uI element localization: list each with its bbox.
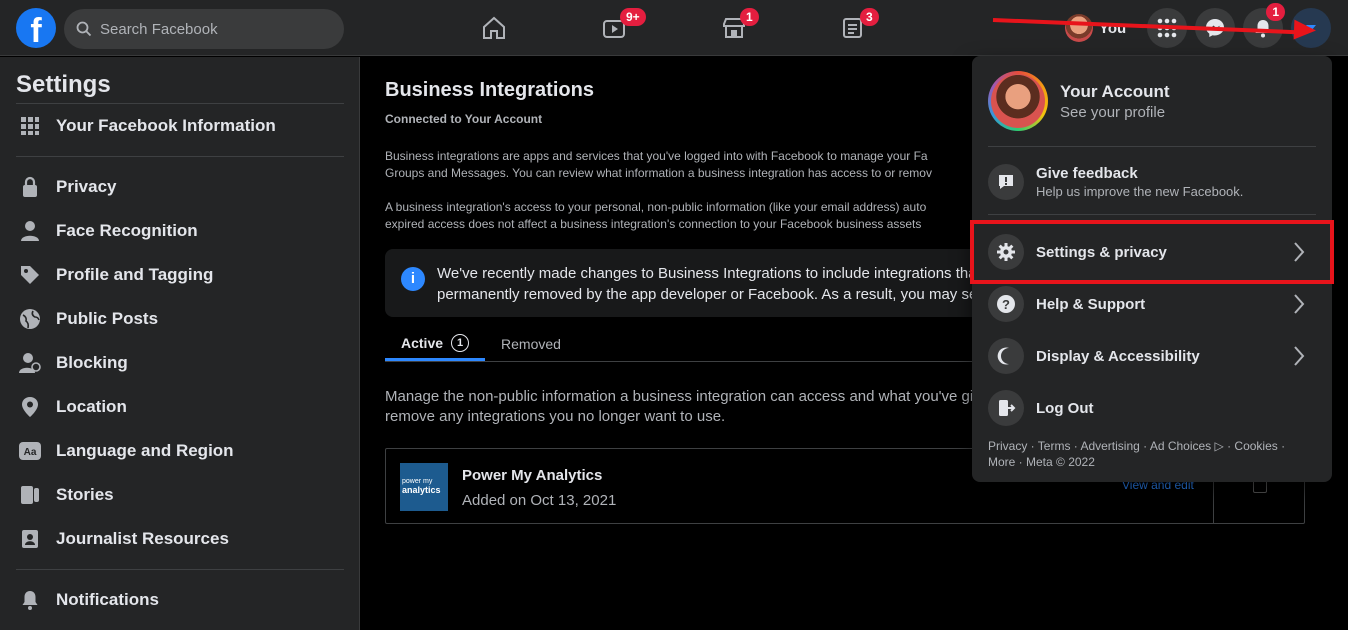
description-line: A business integration's access to your …: [385, 200, 927, 214]
divider: [16, 569, 344, 570]
divider: [16, 156, 344, 157]
integration-date: Added on Oct 13, 2021: [462, 492, 617, 509]
manage-text-line: remove any integrations you no longer wa…: [385, 408, 726, 425]
manage-text-line: Manage the non-public information a busi…: [385, 388, 974, 405]
integration-name: Power My Analytics: [462, 467, 603, 484]
sidebar-item-stories[interactable]: Stories: [16, 473, 343, 517]
sidebar-title: Settings: [16, 71, 111, 98]
description-line: expired access does not affect a busines…: [385, 217, 922, 231]
block-person-icon: [16, 349, 44, 377]
integration-tabs: Active 1 Removed: [385, 327, 577, 363]
tab-label: Removed: [501, 336, 561, 352]
lock-icon: [16, 173, 44, 201]
journalist-icon: [16, 525, 44, 553]
annotation-arrow-head: [1293, 19, 1317, 41]
bell-icon: [16, 586, 44, 614]
sidebar-item-language-and-region[interactable]: Aa Language and Region: [16, 429, 343, 473]
sidebar-item-blocking[interactable]: Blocking: [16, 341, 343, 385]
profile-link[interactable]: Your Account See your profile: [988, 70, 1316, 132]
sidebar-item-label: Public Posts: [56, 309, 159, 328]
menu-item-label: Log Out: [1036, 399, 1094, 417]
sidebar-item-label: Stories: [56, 485, 114, 504]
sidebar-item-public-posts[interactable]: Public Posts: [16, 297, 343, 341]
info-icon: i: [401, 267, 425, 291]
marketplace-badge: 1: [740, 8, 759, 26]
sidebar-item-location[interactable]: Location: [16, 385, 343, 429]
page-subtitle: Connected to Your Account: [385, 112, 543, 126]
sidebar-item-label: Journalist Resources: [56, 529, 229, 548]
tab-count-badge: 1: [451, 333, 470, 352]
menu-item-label: Give feedback: [1036, 165, 1138, 182]
search-input[interactable]: [100, 20, 320, 38]
profile-shortcut[interactable]: You: [1065, 12, 1126, 44]
menu-item-label: Help & Support: [1036, 295, 1146, 313]
stories-icon: [16, 481, 44, 509]
facebook-logo-icon[interactable]: f: [16, 8, 56, 48]
settings-sidebar: Settings Your Facebook Information Priva…: [0, 57, 360, 630]
globe-icon: [16, 305, 44, 333]
divider: [988, 214, 1316, 215]
grid-icon: [16, 112, 44, 140]
language-icon: Aa: [16, 437, 44, 465]
chevron-right-icon: [1294, 294, 1305, 314]
sidebar-item-label: Location: [56, 397, 127, 416]
menu-item-label: Display & Accessibility: [1036, 347, 1200, 365]
sidebar-item-your-facebook-information[interactable]: Your Facebook Information: [16, 104, 343, 148]
person-icon: [16, 217, 44, 245]
sidebar-item-label: Language and Region: [56, 441, 234, 460]
sidebar-item-label: Privacy: [56, 177, 117, 196]
see-profile-text: See your profile: [1060, 103, 1166, 121]
sidebar-item-face-recognition[interactable]: Face Recognition: [16, 209, 343, 253]
nav-groups[interactable]: 3: [822, 8, 882, 48]
avatar: [988, 71, 1048, 131]
power-my-analytics-logo: power my analytics: [400, 463, 448, 511]
sidebar-item-journalist-resources[interactable]: Journalist Resources: [16, 517, 343, 561]
tab-active[interactable]: Active 1: [385, 327, 486, 361]
divider: [988, 146, 1316, 147]
tag-icon: [16, 261, 44, 289]
moon-icon: [988, 338, 1024, 374]
sidebar-item-label: Notifications: [56, 590, 159, 609]
description-line: Business integrations are apps and servi…: [385, 149, 928, 163]
annotation-highlight-box: [970, 220, 1334, 284]
info-text-line: permanently removed by the app developer…: [437, 286, 978, 303]
search-bar[interactable]: [64, 9, 344, 49]
chevron-right-icon: [1294, 346, 1305, 366]
display-and-accessibility-item[interactable]: Display & Accessibility: [988, 330, 1316, 382]
watch-badge: 9+: [620, 8, 646, 26]
nav-home[interactable]: [464, 8, 524, 48]
log-out-item[interactable]: Log Out: [988, 382, 1316, 434]
search-icon: [76, 21, 92, 37]
sidebar-item-label: Face Recognition: [56, 221, 198, 240]
sidebar-item-label: Your Facebook Information: [56, 116, 276, 135]
tab-removed[interactable]: Removed: [485, 327, 577, 361]
page-title: Business Integrations: [385, 79, 594, 101]
notifications-badge: 1: [1266, 3, 1285, 21]
log-out-icon: [988, 390, 1024, 426]
nav-watch[interactable]: 9+: [584, 8, 646, 48]
feedback-icon: [988, 164, 1024, 200]
info-text-line: We've recently made changes to Business …: [437, 265, 977, 282]
give-feedback-item[interactable]: Give feedback Help us improve the new Fa…: [988, 156, 1316, 208]
description-line: Groups and Messages. You can review what…: [385, 166, 932, 180]
account-name: Your Account: [1060, 81, 1170, 101]
sidebar-item-profile-and-tagging[interactable]: Profile and Tagging: [16, 253, 343, 297]
menu-item-description: Help us improve the new Facebook.: [1036, 184, 1244, 199]
sidebar-item-notifications[interactable]: Notifications: [16, 578, 343, 622]
tab-label: Active: [401, 334, 444, 351]
question-mark-icon: ?: [988, 286, 1024, 322]
home-icon: [483, 16, 505, 39]
footer-links[interactable]: Privacy · Terms · Advertising · Ad Choic…: [988, 438, 1316, 470]
sidebar-item-label: Profile and Tagging: [56, 265, 214, 284]
avatar: [1065, 14, 1093, 42]
svg-text:?: ?: [1002, 297, 1010, 312]
sidebar-item-privacy[interactable]: Privacy: [16, 165, 343, 209]
info-notice: i We've recently made changes to Busines…: [385, 249, 985, 317]
groups-badge: 3: [860, 8, 879, 26]
nav-marketplace[interactable]: 1: [704, 8, 764, 48]
sidebar-item-label: Blocking: [56, 353, 128, 372]
help-and-support-item[interactable]: ? Help & Support: [988, 278, 1316, 330]
svg-text:Aa: Aa: [24, 447, 37, 458]
location-pin-icon: [16, 393, 44, 421]
